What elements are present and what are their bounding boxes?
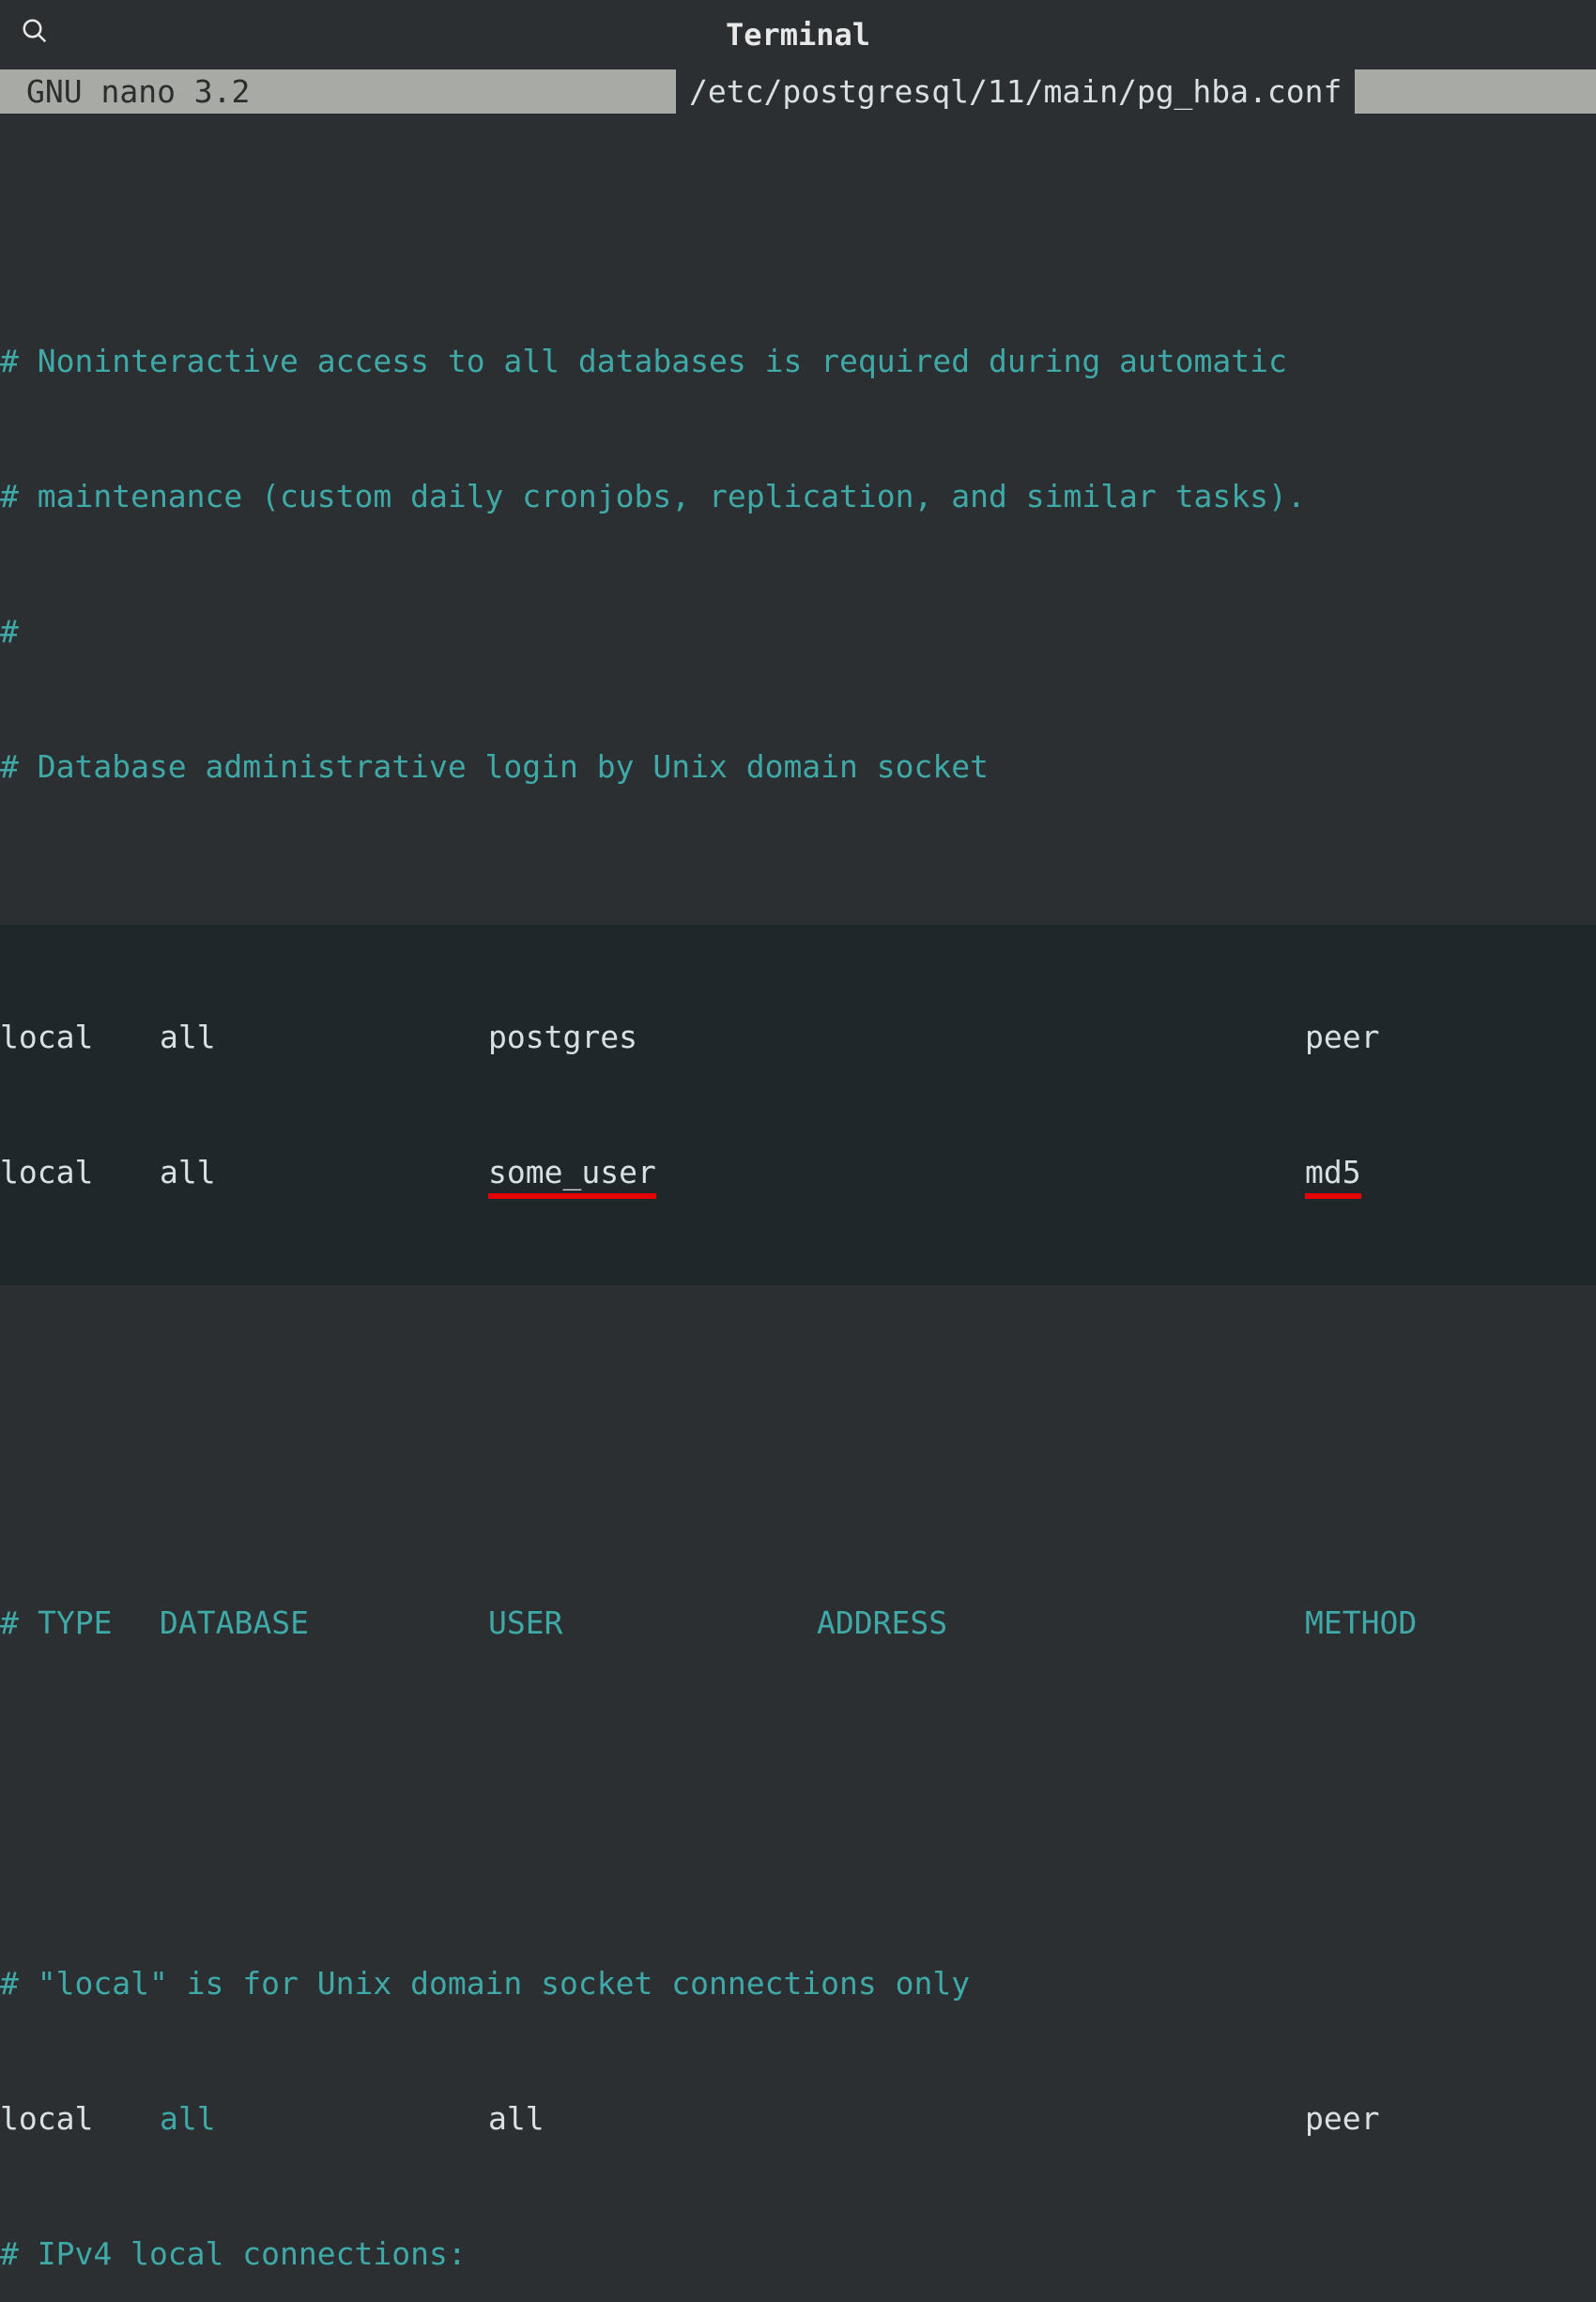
comment-line: # [0,609,19,654]
underlined-user: some_user [488,1150,656,1195]
col-type: local [0,2096,160,2141]
col-method: peer [1305,2096,1379,2141]
col-header-user: USER [488,1601,817,1646]
window-title: Terminal [726,17,870,53]
col-database: all [160,2096,488,2141]
col-type: local [0,1015,160,1060]
header-row: # TYPE DATABASE USER ADDRESS METHOD [0,1601,1596,1646]
editor-content[interactable]: # Noninteractive access to all databases… [0,114,1596,2302]
col-type: local [0,1150,160,1195]
col-header-database: DATABASE [160,1601,488,1646]
nano-version-label: GNU nano 3.2 [26,73,250,110]
config-row: local all postgres peer [0,1015,1596,1060]
hash: # [0,1601,38,1646]
col-address [817,2096,1305,2141]
comment-line: # Noninteractive access to all databases… [0,339,1287,384]
comment-line: # "local" is for Unix domain socket conn… [0,1961,970,2006]
col-user: postgres [488,1015,817,1060]
comment-line: # Database administrative login by Unix … [0,744,989,790]
col-user: some_user [488,1150,817,1195]
config-row: local all some_user md5 [0,1150,1596,1195]
col-database: all [160,1015,488,1060]
window-titlebar: Terminal [0,0,1596,69]
underlined-method: md5 [1305,1150,1361,1195]
highlighted-block: local all postgres peer local all some_u… [0,925,1596,1285]
col-database: all [160,1150,488,1195]
search-icon[interactable] [21,17,49,53]
nano-file-path: /etc/postgresql/11/main/pg_hba.conf [676,69,1355,114]
config-row: local all all peer [0,2096,1596,2141]
comment-line: # maintenance (custom daily cronjobs, re… [0,474,1306,519]
col-header-address: ADDRESS [817,1601,1305,1646]
col-user: all [488,2096,817,2141]
col-header-method: METHOD [1305,1601,1417,1646]
col-header-type: TYPE [38,1601,160,1646]
col-method: md5 [1305,1150,1361,1195]
comment-line: # IPv4 local connections: [0,2232,467,2277]
nano-header: GNU nano 3.2 /etc/postgresql/11/main/pg_… [0,69,1596,114]
col-method: peer [1305,1015,1379,1060]
